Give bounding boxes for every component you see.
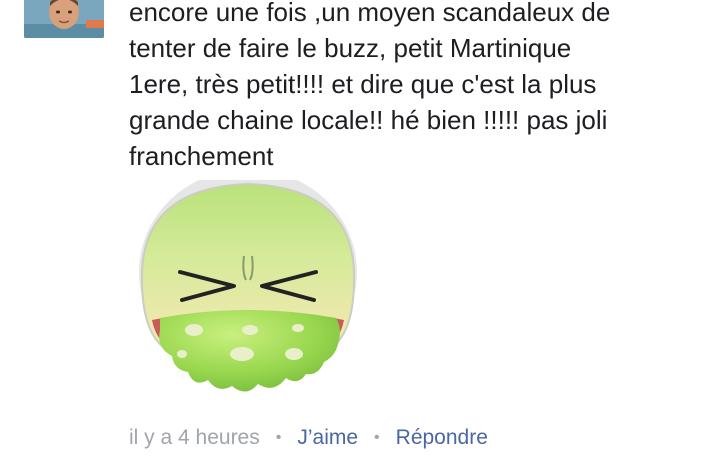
separator-dot: • (374, 429, 380, 446)
comment-text: encore une fois ,un moyen scandaleux de … (129, 0, 611, 171)
timestamp: il y a 4 heures (129, 426, 260, 449)
user-avatar[interactable] (24, 0, 104, 38)
separator-dot: • (275, 429, 282, 446)
like-link[interactable]: J’aime (297, 426, 358, 450)
reply-link[interactable]: Répondre (396, 426, 488, 450)
comment-actions: il y a 4 heures • J’aime • Répondre (129, 423, 488, 453)
user-avatar-photo-icon (24, 0, 104, 38)
vomiting-face-sticker-icon (138, 169, 358, 402)
